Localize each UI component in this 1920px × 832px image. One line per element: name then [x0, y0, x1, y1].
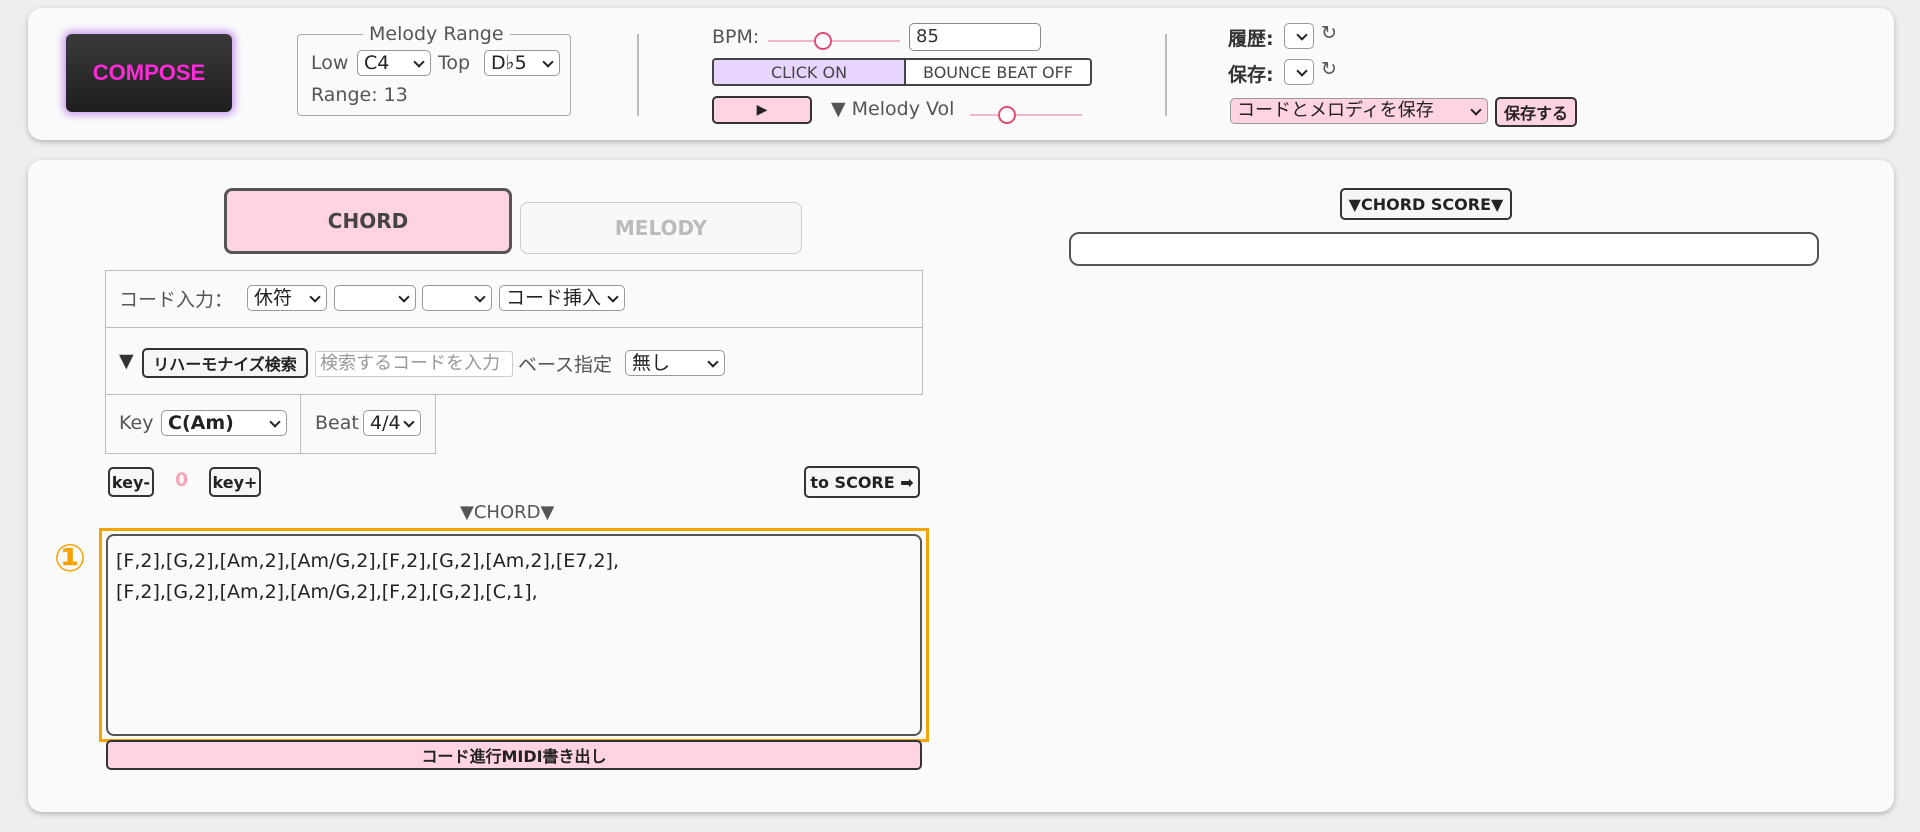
save-type-select[interactable]: コードとメロディを保存: [1230, 98, 1488, 124]
low-label: Low: [311, 52, 349, 74]
melody-vol-slider[interactable]: [970, 106, 1082, 124]
bounce-beat-off-button[interactable]: BOUNCE BEAT OFF: [906, 60, 1090, 84]
bpm-slider-thumb[interactable]: [814, 32, 832, 50]
key-select[interactable]: C(Am): [161, 410, 287, 436]
bass-select[interactable]: 無し: [625, 350, 725, 376]
save-button[interactable]: 保存する: [1495, 97, 1577, 127]
key-label: Key: [119, 412, 154, 434]
tab-melody[interactable]: MELODY: [520, 202, 802, 254]
key-minus-button[interactable]: key-: [108, 467, 154, 497]
chord-score-toggle[interactable]: ▼CHORD SCORE▼: [1340, 188, 1512, 220]
chord-heading: ▼CHORD▼: [460, 502, 555, 523]
beat-select[interactable]: 4/4: [363, 410, 421, 436]
midi-export-button[interactable]: コード進行MIDI書き出し: [106, 740, 922, 770]
melody-vol-label[interactable]: ▼ Melody Vol: [831, 98, 954, 120]
bpm-slider[interactable]: [768, 32, 900, 50]
chord-root-select[interactable]: 休符: [247, 285, 327, 311]
chord-input-label: コード入力：: [119, 289, 234, 311]
main-panel: CHORD MELODY コード入力： 休符 コード挿入 ▼ リハーモナイズ検索…: [28, 160, 1894, 812]
reharmonize-search-button[interactable]: リハーモナイズ検索: [142, 348, 308, 378]
save-label: 保存:: [1228, 64, 1274, 86]
chord-text-line: [F,2],[G,2],[Am,2],[Am/G,2],[F,2],[G,2],…: [116, 550, 619, 572]
click-on-button[interactable]: CLICK ON: [714, 60, 906, 84]
history-refresh-icon[interactable]: ↻: [1321, 22, 1337, 44]
melody-vol-slider-thumb[interactable]: [998, 106, 1016, 124]
metronome-toggle: CLICK ON BOUNCE BEAT OFF: [712, 58, 1092, 86]
melody-range-legend: Melody Range: [363, 23, 510, 45]
top-note-select[interactable]: D♭5: [484, 50, 560, 76]
beat-label: Beat: [315, 412, 359, 434]
header-panel: COMPOSE Melody Range Low C4 Top D♭5 Rang…: [28, 8, 1894, 140]
bass-label: ベース指定: [518, 354, 613, 376]
chord-type-select[interactable]: [334, 285, 416, 311]
low-note-select[interactable]: C4: [357, 50, 431, 76]
chord-length-select[interactable]: [422, 285, 492, 311]
chord-textarea[interactable]: [F,2],[G,2],[Am,2],[Am/G,2],[F,2],[G,2],…: [106, 534, 922, 736]
history-label: 履歴:: [1228, 28, 1274, 50]
divider: [637, 34, 639, 116]
key-plus-button[interactable]: key+: [209, 467, 261, 497]
bpm-input[interactable]: 85: [909, 23, 1041, 51]
top-label: Top: [438, 52, 471, 74]
chord-search-input[interactable]: 検索するコードを入力: [315, 351, 513, 377]
compose-label: COMPOSE: [92, 60, 206, 85]
chord-score-area: [1069, 232, 1819, 266]
save-slot-select[interactable]: [1284, 59, 1314, 85]
chord-insert-select[interactable]: コード挿入: [499, 285, 625, 311]
annotation-marker: ①: [54, 536, 87, 580]
save-refresh-icon[interactable]: ↻: [1321, 58, 1337, 80]
play-button[interactable]: ▶: [712, 96, 812, 124]
history-select[interactable]: [1284, 23, 1314, 49]
reharmonize-toggle[interactable]: ▼: [119, 350, 134, 372]
divider: [1165, 34, 1167, 116]
tab-chord[interactable]: CHORD: [224, 188, 512, 254]
bpm-label: BPM:: [712, 26, 760, 48]
range-text: Range: 13: [311, 84, 408, 106]
transpose-value: 0: [175, 469, 189, 491]
chord-text-line: [F,2],[G,2],[Am,2],[Am/G,2],[F,2],[G,2],…: [116, 581, 538, 603]
to-score-button[interactable]: to SCORE ➡: [804, 466, 920, 498]
compose-button[interactable]: COMPOSE: [66, 34, 232, 112]
